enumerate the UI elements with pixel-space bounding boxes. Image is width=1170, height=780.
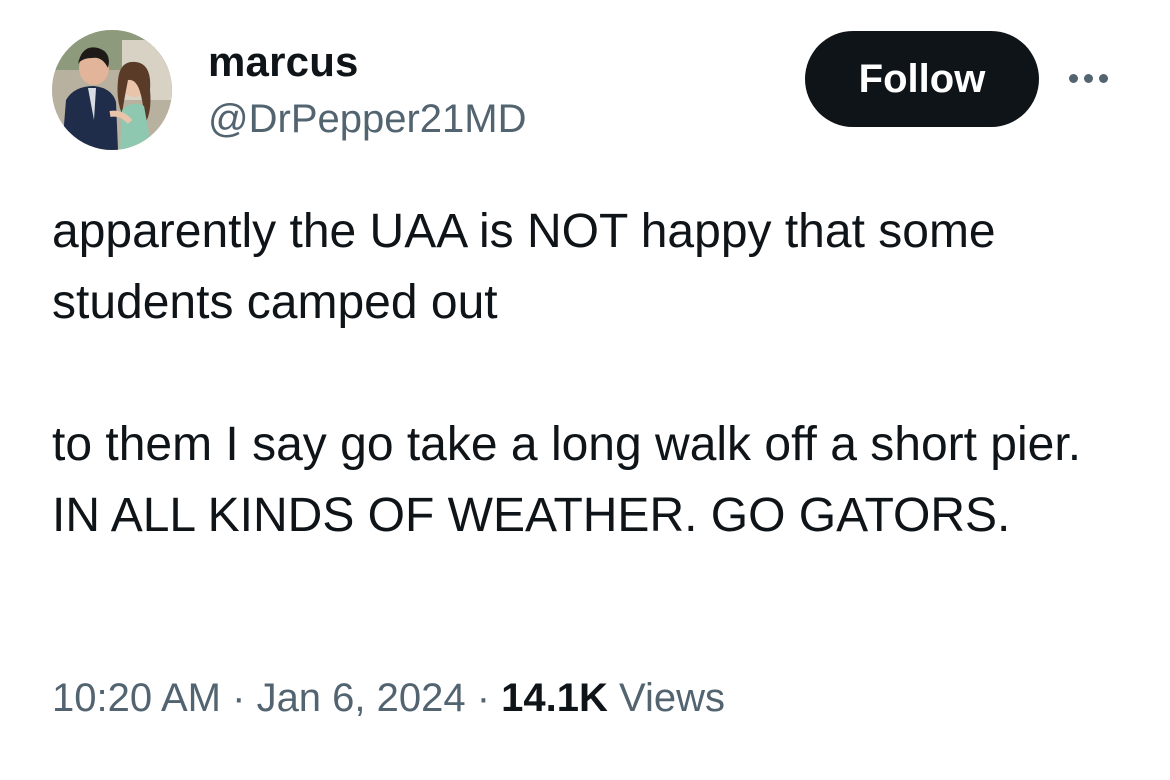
tweet-card: marcus @DrPepper21MD Follow apparently t… [0, 0, 1170, 780]
display-name[interactable]: marcus [208, 38, 359, 86]
tweet-paragraph: to them I say go take a long walk off a … [52, 418, 1082, 542]
tweet-paragraph: apparently the UAA is NOT happy that som… [52, 205, 996, 329]
tweet-meta: 10:20 AM · Jan 6, 2024 · 14.1K Views [52, 676, 725, 721]
more-horizontal-icon [1068, 73, 1108, 83]
tweet-date[interactable]: Jan 6, 2024 [257, 676, 466, 720]
profile-photo [52, 30, 172, 150]
avatar[interactable] [52, 30, 172, 150]
user-handle[interactable]: @DrPepper21MD [208, 97, 527, 142]
meta-separator: · [465, 676, 502, 720]
tweet-text: apparently the UAA is NOT happy that som… [52, 196, 1132, 551]
tweet-time[interactable]: 10:20 AM [52, 676, 221, 720]
views-count: 14.1K [501, 676, 608, 720]
more-options-button[interactable] [1058, 58, 1118, 98]
follow-button[interactable]: Follow [805, 31, 1039, 127]
views-label: Views [607, 676, 726, 720]
meta-separator: · [221, 676, 257, 720]
